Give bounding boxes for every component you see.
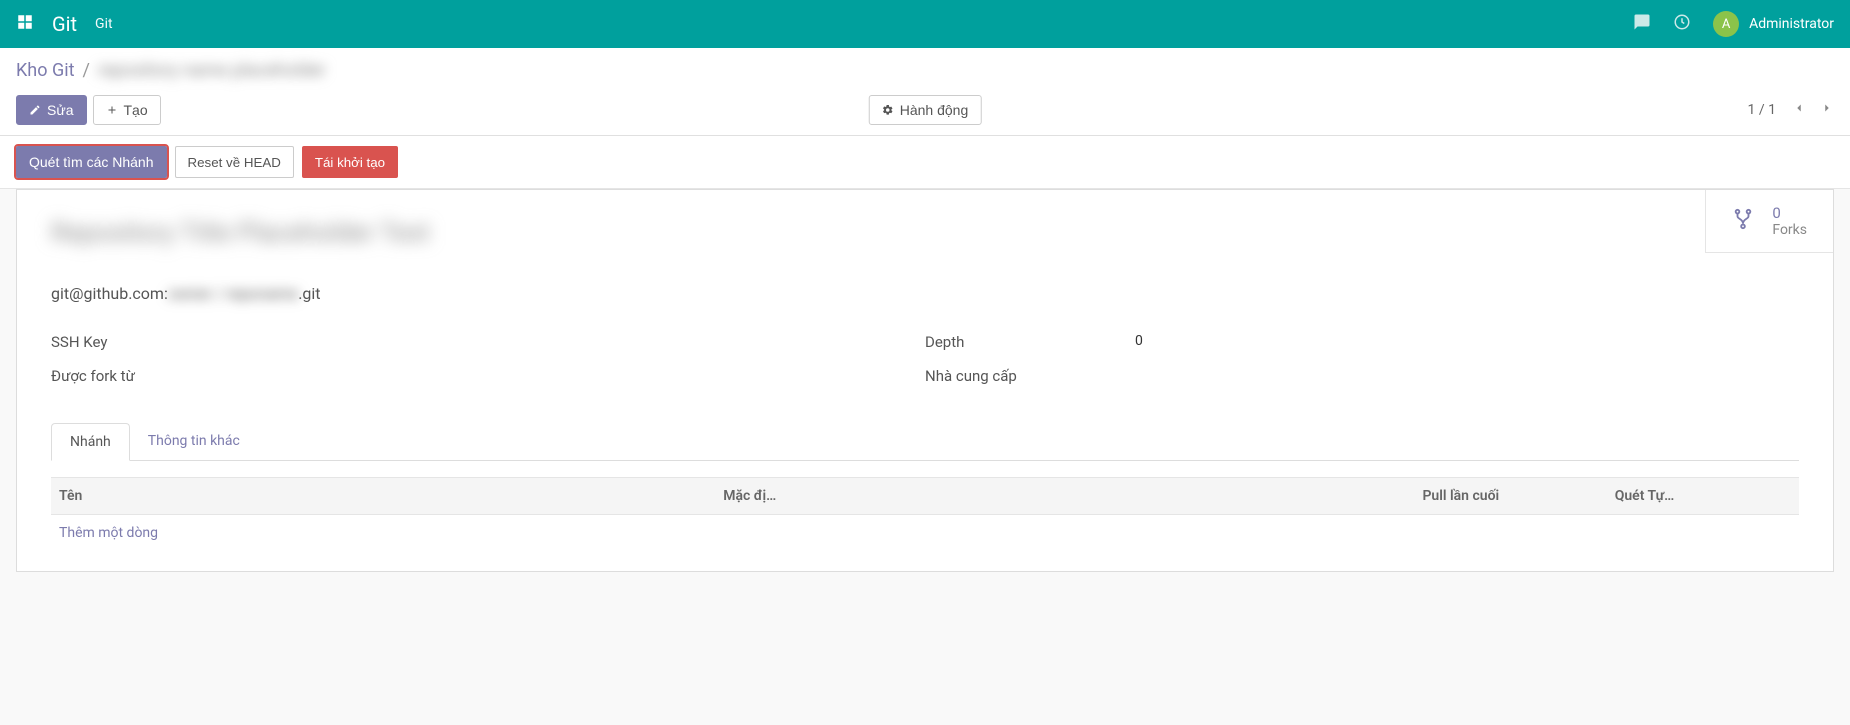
breadcrumb-current: repository name placeholder: [98, 60, 326, 81]
action-menu-button[interactable]: Hành động: [869, 95, 982, 125]
repo-title: Repository Title Placeholder Text: [51, 218, 430, 248]
form-sheet: 0 Forks Repository Title Placeholder Tex…: [16, 189, 1834, 572]
sheet-inner: Repository Title Placeholder Text git@gi…: [17, 190, 1833, 571]
ssh-key-row: SSH Key: [51, 325, 925, 359]
forks-stat-button[interactable]: 0 Forks: [1705, 190, 1833, 253]
breadcrumb-root[interactable]: Kho Git: [16, 60, 74, 81]
user-menu[interactable]: A Administrator: [1713, 11, 1834, 37]
repo-url: git@github.com:owner / reponame.git: [51, 284, 1799, 303]
pager: 1 / 1: [1748, 101, 1834, 119]
topbar-right: A Administrator: [1633, 11, 1834, 37]
forked-from-value: [221, 367, 925, 385]
depth-row: Depth 0: [925, 325, 1799, 359]
pager-text[interactable]: 1 / 1: [1748, 102, 1776, 118]
create-label: Tạo: [124, 102, 148, 118]
user-name: Administrator: [1749, 16, 1834, 32]
ssh-key-value: [221, 333, 925, 351]
edit-label: Sửa: [47, 102, 74, 118]
col-auto-scan[interactable]: Quét Tự…: [1607, 478, 1799, 515]
repo-url-prefix: git@github.com:: [51, 284, 168, 303]
apps-icon[interactable]: [16, 13, 34, 35]
tab-other-info[interactable]: Thông tin khác: [130, 423, 258, 460]
field-grid: SSH Key Được fork từ Depth 0 Nhà cung cấ…: [51, 325, 1799, 393]
topbar: Git Git A Administrator: [0, 0, 1850, 48]
action-menu-label: Hành động: [900, 102, 969, 118]
fork-label: Forks: [1772, 222, 1807, 238]
ssh-key-label: SSH Key: [51, 333, 221, 351]
avatar: A: [1713, 11, 1739, 37]
messages-icon[interactable]: [1633, 13, 1651, 35]
edit-button[interactable]: Sửa: [16, 95, 87, 125]
pager-prev-icon[interactable]: [1792, 101, 1806, 119]
depth-label: Depth: [925, 333, 1095, 351]
repo-url-suffix: .git: [298, 284, 320, 303]
field-col-left: SSH Key Được fork từ: [51, 325, 925, 393]
col-default[interactable]: Mặc đị…: [715, 478, 1414, 515]
sheet-wrap: 0 Forks Repository Title Placeholder Tex…: [0, 189, 1850, 572]
action-center: Hành động: [869, 95, 982, 125]
breadcrumb: Kho Git / repository name placeholder: [16, 60, 1834, 81]
table-add-row: Thêm một dòng: [51, 515, 1799, 552]
pager-arrows: [1792, 101, 1834, 119]
forked-from-label: Được fork từ: [51, 367, 221, 385]
tab-branches[interactable]: Nhánh: [51, 423, 130, 461]
field-col-right: Depth 0 Nhà cung cấp: [925, 325, 1799, 393]
depth-value: 0: [1135, 333, 1799, 351]
menu-git[interactable]: Git: [95, 16, 113, 32]
forked-from-row: Được fork từ: [51, 359, 925, 393]
controlbar: Kho Git / repository name placeholder Sử…: [0, 48, 1850, 136]
col-name[interactable]: Tên: [51, 478, 715, 515]
edit-create-group: Sửa Tạo: [16, 95, 161, 125]
tabs: Nhánh Thông tin khác: [51, 423, 1799, 461]
topbar-left: Git Git: [16, 12, 113, 36]
reinit-button[interactable]: Tái khởi tạo: [302, 146, 398, 178]
reset-head-button[interactable]: Reset về HEAD: [175, 146, 294, 178]
add-line-link[interactable]: Thêm một dòng: [51, 515, 1799, 552]
statusbar: Quét tìm các Nhánh Reset về HEAD Tái khở…: [0, 136, 1850, 189]
scan-branches-button[interactable]: Quét tìm các Nhánh: [16, 146, 167, 178]
pager-next-icon[interactable]: [1820, 101, 1834, 119]
branches-table: Tên Mặc đị… Pull lần cuối Quét Tự… Thêm …: [51, 477, 1799, 551]
fork-icon: [1732, 208, 1754, 234]
provider-row: Nhà cung cấp: [925, 359, 1799, 393]
action-row: Sửa Tạo Hành động 1 / 1: [16, 95, 1834, 125]
col-last-pull[interactable]: Pull lần cuối: [1414, 478, 1606, 515]
provider-value: [1135, 367, 1799, 385]
app-brand[interactable]: Git: [52, 12, 77, 36]
create-button[interactable]: Tạo: [93, 95, 161, 125]
breadcrumb-sep: /: [82, 60, 89, 81]
table-header-row: Tên Mặc đị… Pull lần cuối Quét Tự…: [51, 478, 1799, 515]
activity-icon[interactable]: [1673, 13, 1691, 35]
fork-meta: 0 Forks: [1772, 204, 1807, 238]
repo-url-path: owner / reponame: [168, 284, 298, 303]
fork-count: 0: [1772, 204, 1807, 222]
provider-label: Nhà cung cấp: [925, 367, 1095, 385]
